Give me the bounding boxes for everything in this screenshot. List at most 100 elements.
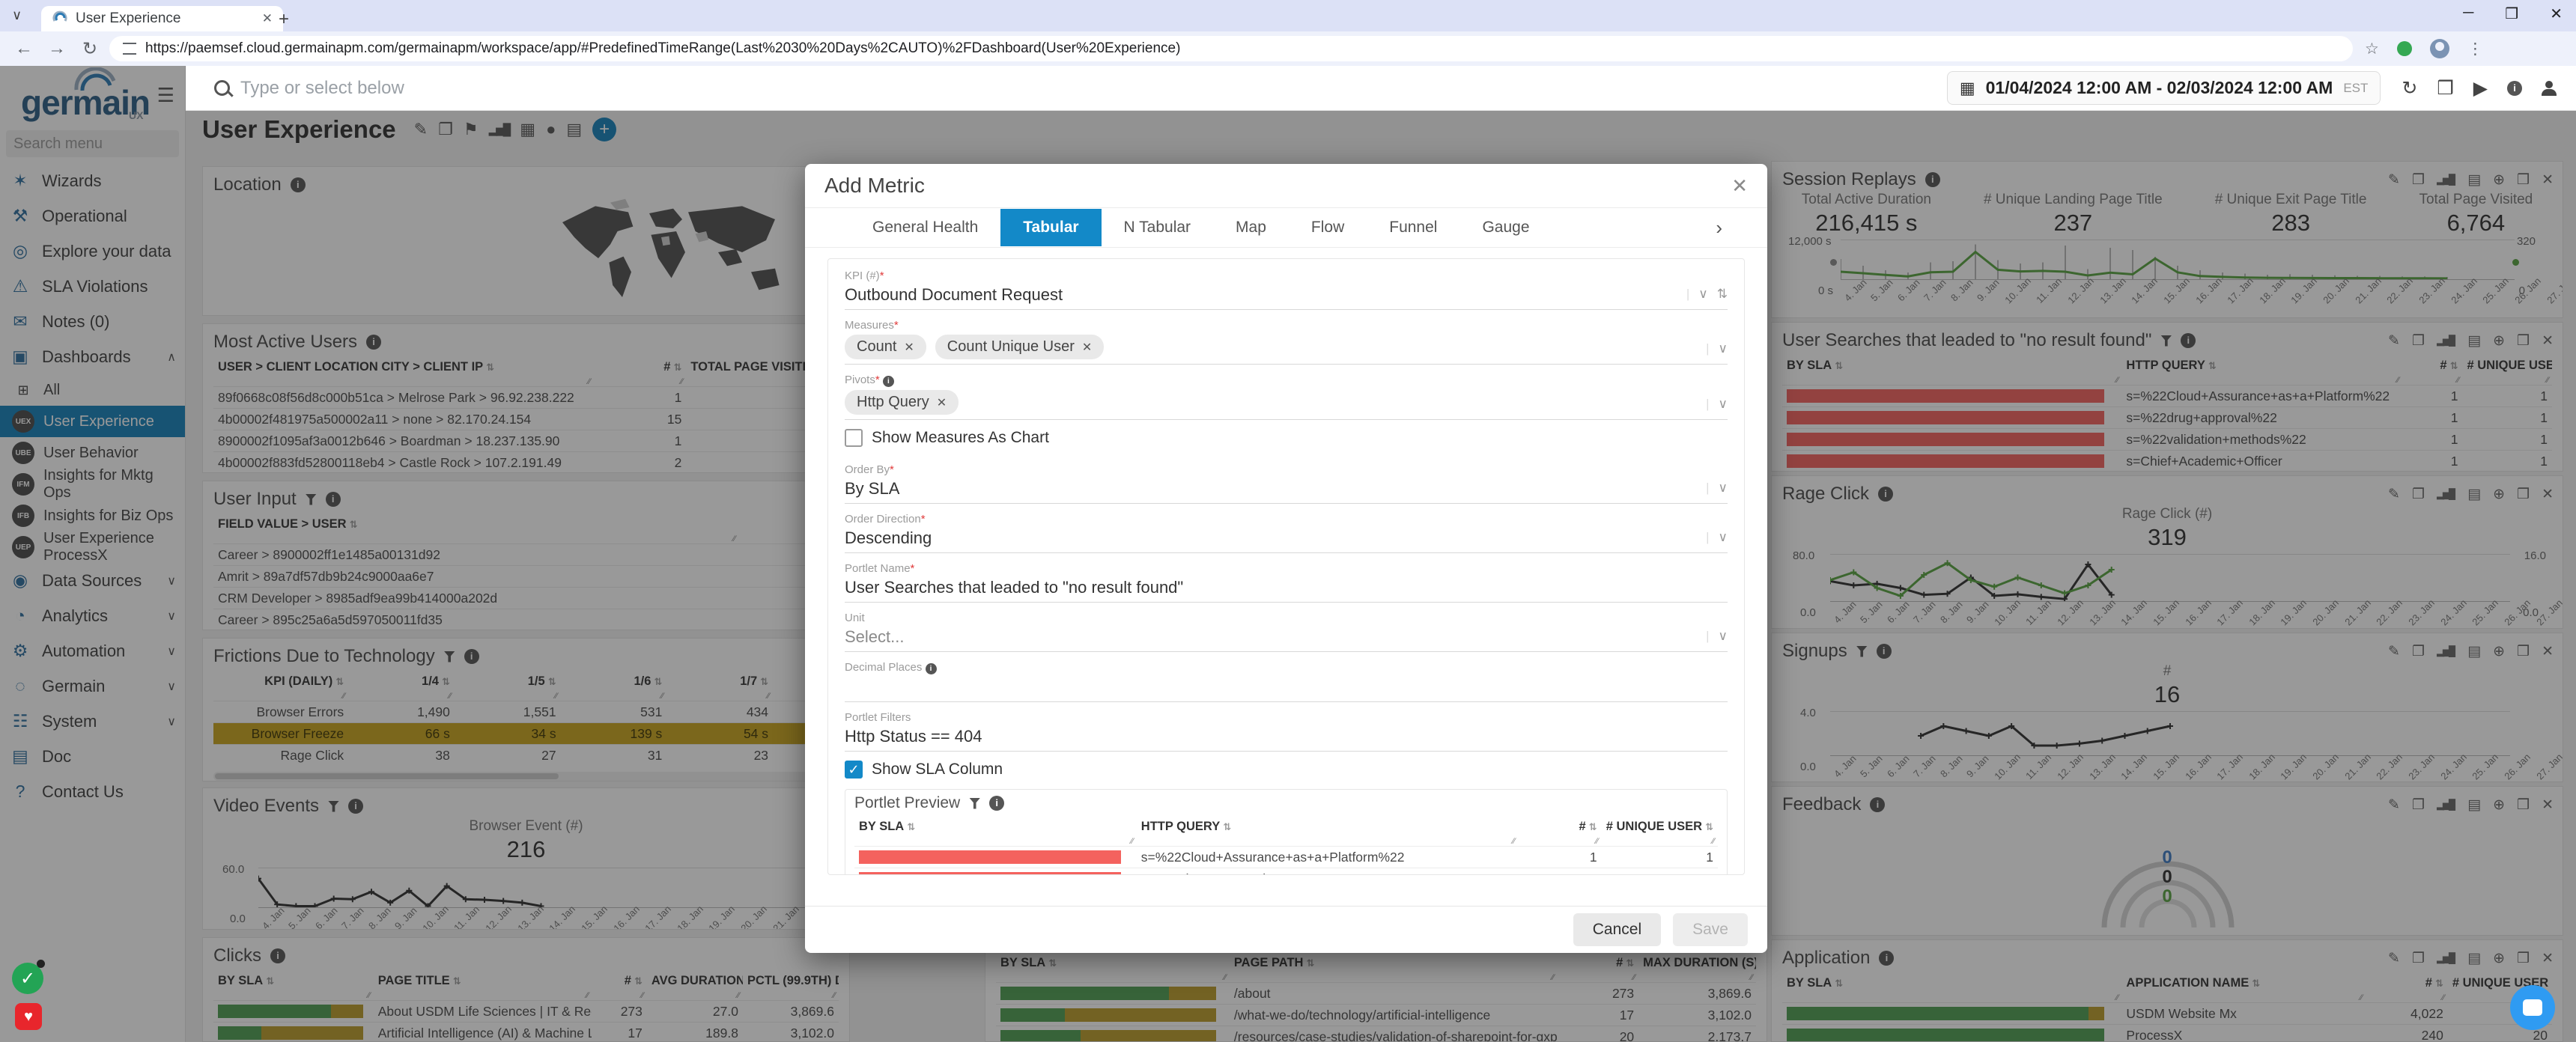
kpi-value: Outbound Document Request [845,285,1728,305]
checkbox-checked-icon[interactable] [845,761,863,779]
tabs-overflow-chevron-icon[interactable]: › [1716,216,1722,240]
sort-icon[interactable]: ⇅ [1223,821,1231,832]
reload-icon[interactable]: ↻ [76,38,103,60]
column-header[interactable]: #⇅ [1518,817,1601,837]
field-kpi[interactable]: KPI (#)* Outbound Document Request |∨⇅ [845,263,1728,310]
checkbox-unchecked-icon[interactable] [845,429,863,447]
modal-title: Add Metric [824,174,925,198]
chip-remove-icon[interactable]: ✕ [1082,340,1092,355]
new-tab-button[interactable]: + [279,9,289,30]
info-icon[interactable] [989,796,1004,811]
window-minimize-icon[interactable]: ─ [2463,4,2473,23]
browser-tabstrip: ∨ User Experience ✕ + ─ ❒ ✕ [0,0,2576,31]
field-order-direction[interactable]: Order Direction* Descending |∨ [845,507,1728,553]
tab-search-chevron-icon[interactable]: ∨ [12,7,22,23]
tab-tabular[interactable]: Tabular [1000,209,1101,246]
sort-icon[interactable]: ⇅ [1705,821,1713,832]
field-measures[interactable]: Measures* Count✕Count Unique User✕ |∨ [845,313,1728,365]
portlet-name-value: User Searches that leaded to "no result … [845,578,1728,597]
column-header[interactable]: HTTP QUERY⇅ [1137,817,1519,837]
chat-icon [2523,999,2542,1016]
field-order-by[interactable]: Order By* By SLA |∨ [845,457,1728,504]
browser-tab[interactable]: User Experience ✕ [41,6,283,31]
sort-icon[interactable]: ⇅ [907,821,915,832]
user-icon[interactable] [2542,81,2557,96]
field-unit[interactable]: Unit Select... |∨ [845,606,1728,652]
order-direction-value: Descending [845,528,1728,548]
chat-bubble-button[interactable] [2510,985,2555,1030]
column-header[interactable]: BY SLA⇅ [854,817,1137,837]
info-icon[interactable] [926,663,937,674]
filter-icon[interactable] [969,798,980,809]
tab-flow[interactable]: Flow [1289,209,1367,246]
modal-close-icon[interactable]: ✕ [1731,174,1748,198]
address-bar[interactable]: https://paemsef.cloud.germainapm.com/ger… [109,36,2353,61]
preview-title: Portlet Preview [854,794,960,812]
tab-map[interactable]: Map [1213,209,1289,246]
column-resize-handle[interactable]: ∕∕ [1602,837,1718,847]
save-button[interactable]: Save [1673,913,1748,946]
tab-gauge[interactable]: Gauge [1459,209,1552,246]
url-text: https://paemsef.cloud.germainapm.com/ger… [145,40,1180,57]
window-close-icon[interactable]: ✕ [2550,4,2563,23]
tab-general-health[interactable]: General Health [850,209,1000,246]
extension-icon[interactable] [2397,41,2412,56]
column-resize-handle[interactable]: ∕∕ [1137,837,1519,847]
chevron-down-icon: ∨ [1719,629,1728,644]
site-settings-icon[interactable] [123,43,136,55]
chevron-down-icon: ∨ [1719,530,1728,545]
date-range-picker[interactable]: ▦ 01/04/2024 12:00 AM - 02/03/2024 12:00… [1947,71,2381,105]
fullscreen-icon[interactable]: ❒ [2437,77,2453,100]
decimal-places-value [845,677,1728,697]
germain-favicon [52,10,68,27]
chevron-down-icon: ∨ [1719,341,1728,356]
sla-bar-red [859,850,1121,864]
unit-value: Select... [845,627,1728,647]
sort-icon[interactable]: ⇅ [1589,821,1597,832]
tab-funnel[interactable]: Funnel [1367,209,1459,246]
field-portlet-name[interactable]: Portlet Name* User Searches that leaded … [845,556,1728,603]
tab-close-icon[interactable]: ✕ [262,11,273,26]
info-icon[interactable] [2507,81,2522,96]
column-resize-handle[interactable]: ∕∕ [854,837,1137,847]
bookmark-star-icon[interactable]: ☆ [2365,40,2379,58]
chip-count: Count✕ [845,335,926,359]
info-icon[interactable] [883,376,894,387]
field-portlet-filters[interactable]: Portlet Filters Http Status == 404 [845,705,1728,752]
chip-http-query: Http Query✕ [845,390,959,415]
add-metric-modal: Add Metric ✕ General HealthTabularN Tabu… [805,164,1767,953]
chevron-down-icon: ∨ [1698,287,1707,302]
profile-avatar[interactable] [2430,39,2449,58]
sla-bar-red [859,872,1121,875]
chip-count-unique-user: Count Unique User✕ [935,335,1105,359]
field-pivots[interactable]: Pivots* Http Query✕ |∨ [845,368,1728,420]
window-maximize-icon[interactable]: ❒ [2505,4,2518,23]
date-range-text: 01/04/2024 12:00 AM - 02/03/2024 12:00 A… [1986,78,2333,98]
chip-remove-icon[interactable]: ✕ [937,395,947,410]
column-header[interactable]: # UNIQUE USER⇅ [1602,817,1718,837]
sort-icon: ⇅ [1717,287,1728,302]
forward-icon[interactable]: → [43,38,70,59]
notification-dot [37,960,45,968]
global-search-input[interactable]: Type or select below [240,78,404,99]
heart-widget[interactable]: ♥ [15,1003,42,1030]
play-icon[interactable]: ▶ [2473,77,2488,100]
chevron-down-icon: ∨ [1719,481,1728,496]
column-resize-handle[interactable]: ∕∕ [1518,837,1601,847]
show-sla-column-checkbox[interactable]: Show SLA Column [845,761,1728,779]
table-row[interactable]: s=%22Cloud+Assurance+as+a+Platform%2211 [854,847,1718,868]
chip-remove-icon[interactable]: ✕ [904,340,914,355]
field-decimal-places[interactable]: Decimal Places [845,655,1728,702]
search-icon [214,80,230,96]
show-measures-as-chart-checkbox[interactable]: Show Measures As Chart [845,429,1728,447]
tab-n-tabular[interactable]: N Tabular [1102,209,1214,246]
cancel-button[interactable]: Cancel [1573,913,1661,946]
modal-overlay[interactable] [0,66,186,1042]
status-check-widget[interactable]: ✓ [12,963,43,994]
refresh-icon[interactable]: ↻ [2402,77,2417,100]
browser-menu-icon[interactable]: ⋮ [2467,40,2483,58]
portlet-filters-value: Http Status == 404 [845,727,1728,746]
back-icon[interactable]: ← [10,38,37,59]
tab-title: User Experience [76,10,180,27]
table-row[interactable]: s=%22drug+approval%2211 [854,868,1718,876]
